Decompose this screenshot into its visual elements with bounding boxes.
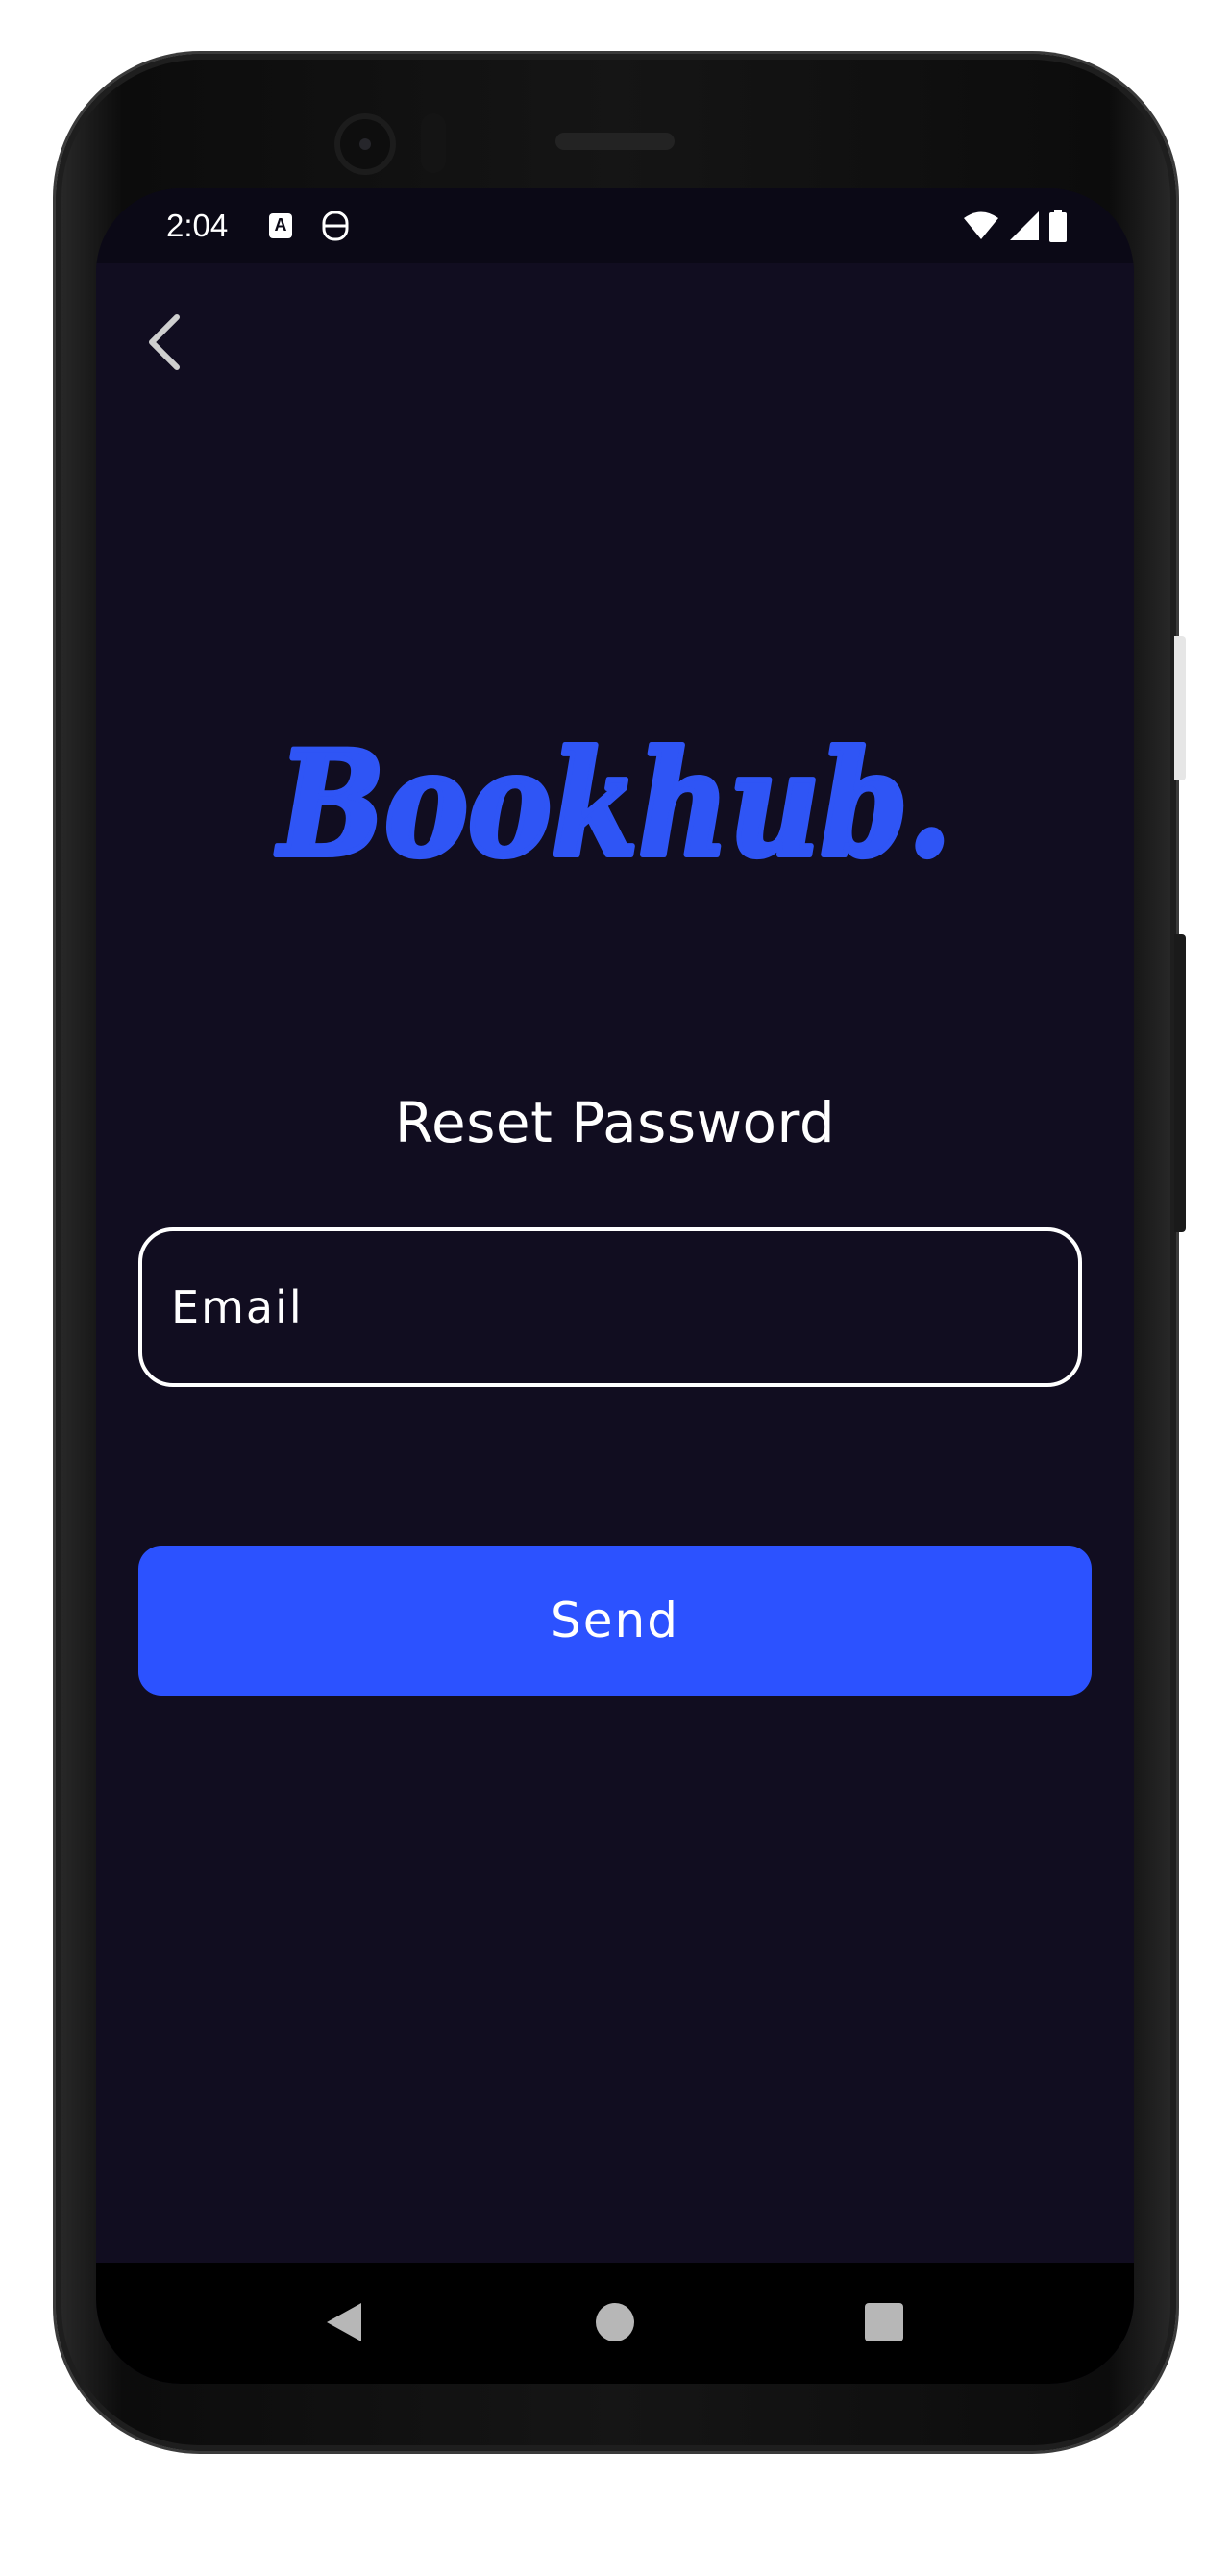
- home-circle-icon[interactable]: [596, 2303, 634, 2341]
- wifi-icon: [964, 211, 998, 239]
- page-title: Reset Password: [394, 1090, 836, 1155]
- status-time: 2:04: [166, 208, 229, 243]
- earpiece-speaker: [555, 133, 675, 150]
- logo-svg: Bookhub.: [273, 717, 954, 892]
- status-bar: 2:04 A: [96, 188, 1134, 263]
- system-nav-bar: [96, 2263, 1134, 2384]
- proximity-sensor: [421, 113, 446, 173]
- send-button[interactable]: Send: [138, 1546, 1092, 1696]
- recents-square-icon[interactable]: [865, 2303, 903, 2341]
- back-triangle-icon[interactable]: [325, 2301, 363, 2343]
- email-field[interactable]: [138, 1227, 1082, 1387]
- battery-icon: [1049, 210, 1067, 242]
- volume-button: [1174, 636, 1186, 780]
- logo-text: Bookhub.: [276, 725, 951, 888]
- chevron-left-icon: [149, 314, 180, 370]
- status-system-icons: [963, 210, 1067, 242]
- bookhub-logo: Bookhub.: [259, 717, 971, 892]
- s-icon: [322, 211, 349, 241]
- power-button: [1174, 934, 1186, 1232]
- screen: 2:04 A Bookhub. Reset Password Email Sen…: [96, 188, 1134, 2384]
- reset-password-page: Bookhub. Reset Password Send: [96, 263, 1134, 2268]
- back-button[interactable]: [135, 304, 192, 381]
- front-camera: [334, 113, 396, 175]
- a-icon: A: [269, 213, 292, 238]
- cellular-signal-icon: [1010, 211, 1039, 240]
